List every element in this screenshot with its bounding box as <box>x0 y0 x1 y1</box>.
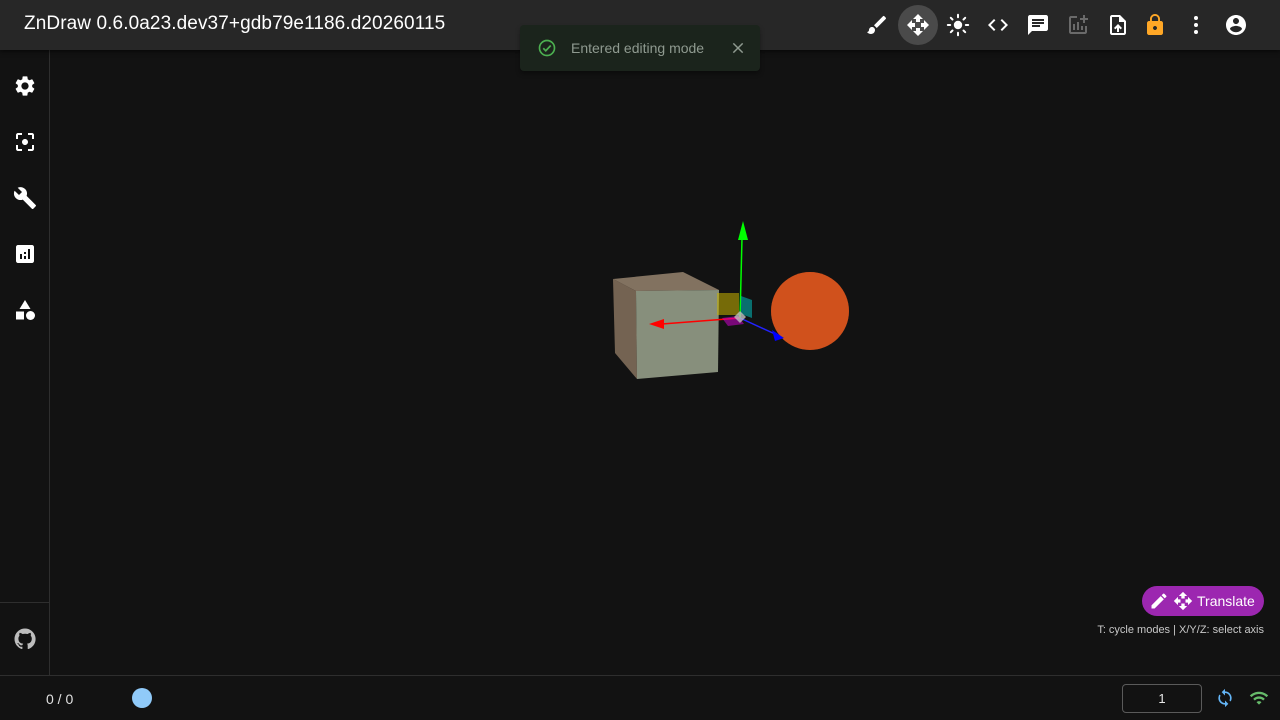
connection-status <box>1249 688 1269 708</box>
toast-notification: Entered editing mode <box>520 25 760 71</box>
app-title: ZnDraw 0.6.0a23.dev37+gdb79e1186.d202601… <box>24 13 446 34</box>
translate-mode-chip[interactable]: Translate <box>1142 586 1264 616</box>
sidebar <box>0 50 50 675</box>
sidebar-item-geometry[interactable] <box>5 290 45 330</box>
sidebar-item-tools[interactable] <box>5 178 45 218</box>
drawing-mode-button[interactable] <box>857 5 897 45</box>
sidebar-item-analysis[interactable] <box>5 234 45 274</box>
frame-input[interactable] <box>1122 684 1202 713</box>
lock-button[interactable] <box>1135 5 1175 45</box>
move-icon <box>1173 591 1193 611</box>
code-button[interactable] <box>978 5 1018 45</box>
analytics-icon <box>16 245 34 263</box>
gizmo-y-arrow[interactable] <box>738 221 748 240</box>
center-focus-icon <box>16 133 34 151</box>
editing-mode-button[interactable] <box>898 5 938 45</box>
frame-counter: 0 / 0 <box>46 691 74 707</box>
wrench-icon <box>13 187 36 209</box>
account-circle-icon <box>1226 15 1246 35</box>
github-icon <box>14 628 36 650</box>
wifi-icon <box>1249 691 1269 705</box>
transform-hint: T: cycle modes | X/Y/Z: select axis <box>1097 624 1264 636</box>
gizmo-xy-plane[interactable] <box>717 293 739 315</box>
sidebar-divider <box>0 602 50 603</box>
gizmo-z-axis[interactable] <box>739 317 776 335</box>
account-button[interactable] <box>1216 5 1256 45</box>
chat-button[interactable] <box>1018 5 1058 45</box>
bottom-bar: 0 / 0 <box>0 675 1280 720</box>
code-icon <box>988 19 1008 31</box>
sidebar-item-camera[interactable] <box>5 122 45 162</box>
scene-canvas[interactable] <box>50 50 1280 675</box>
lighting-button[interactable] <box>938 5 978 45</box>
translate-mode-label: Translate <box>1197 593 1255 609</box>
upload-file-icon <box>1110 15 1126 35</box>
brush-icon <box>867 15 887 35</box>
cube[interactable] <box>613 272 719 379</box>
more-menu-button[interactable] <box>1176 5 1216 45</box>
github-link[interactable] <box>5 619 45 659</box>
sync-button[interactable] <box>1215 688 1235 708</box>
category-icon <box>16 300 35 320</box>
add-plot-button[interactable] <box>1058 5 1098 45</box>
sync-icon <box>1218 688 1232 708</box>
frame-slider-thumb[interactable] <box>132 688 152 708</box>
add-chart-icon <box>1069 15 1088 34</box>
sidebar-item-settings[interactable] <box>5 66 45 106</box>
lock-icon <box>1147 14 1163 35</box>
move-icon <box>907 14 929 36</box>
close-icon[interactable] <box>730 40 746 56</box>
brightness-icon <box>946 13 970 37</box>
upload-file-button[interactable] <box>1098 5 1138 45</box>
chat-icon <box>1028 15 1048 35</box>
pencil-icon <box>1151 593 1167 609</box>
toast-message: Entered editing mode <box>571 40 705 56</box>
more-vert-icon <box>1194 16 1198 34</box>
check-circle-icon <box>538 39 556 57</box>
settings-icon <box>15 76 35 96</box>
scene-viewport[interactable] <box>50 50 1280 675</box>
